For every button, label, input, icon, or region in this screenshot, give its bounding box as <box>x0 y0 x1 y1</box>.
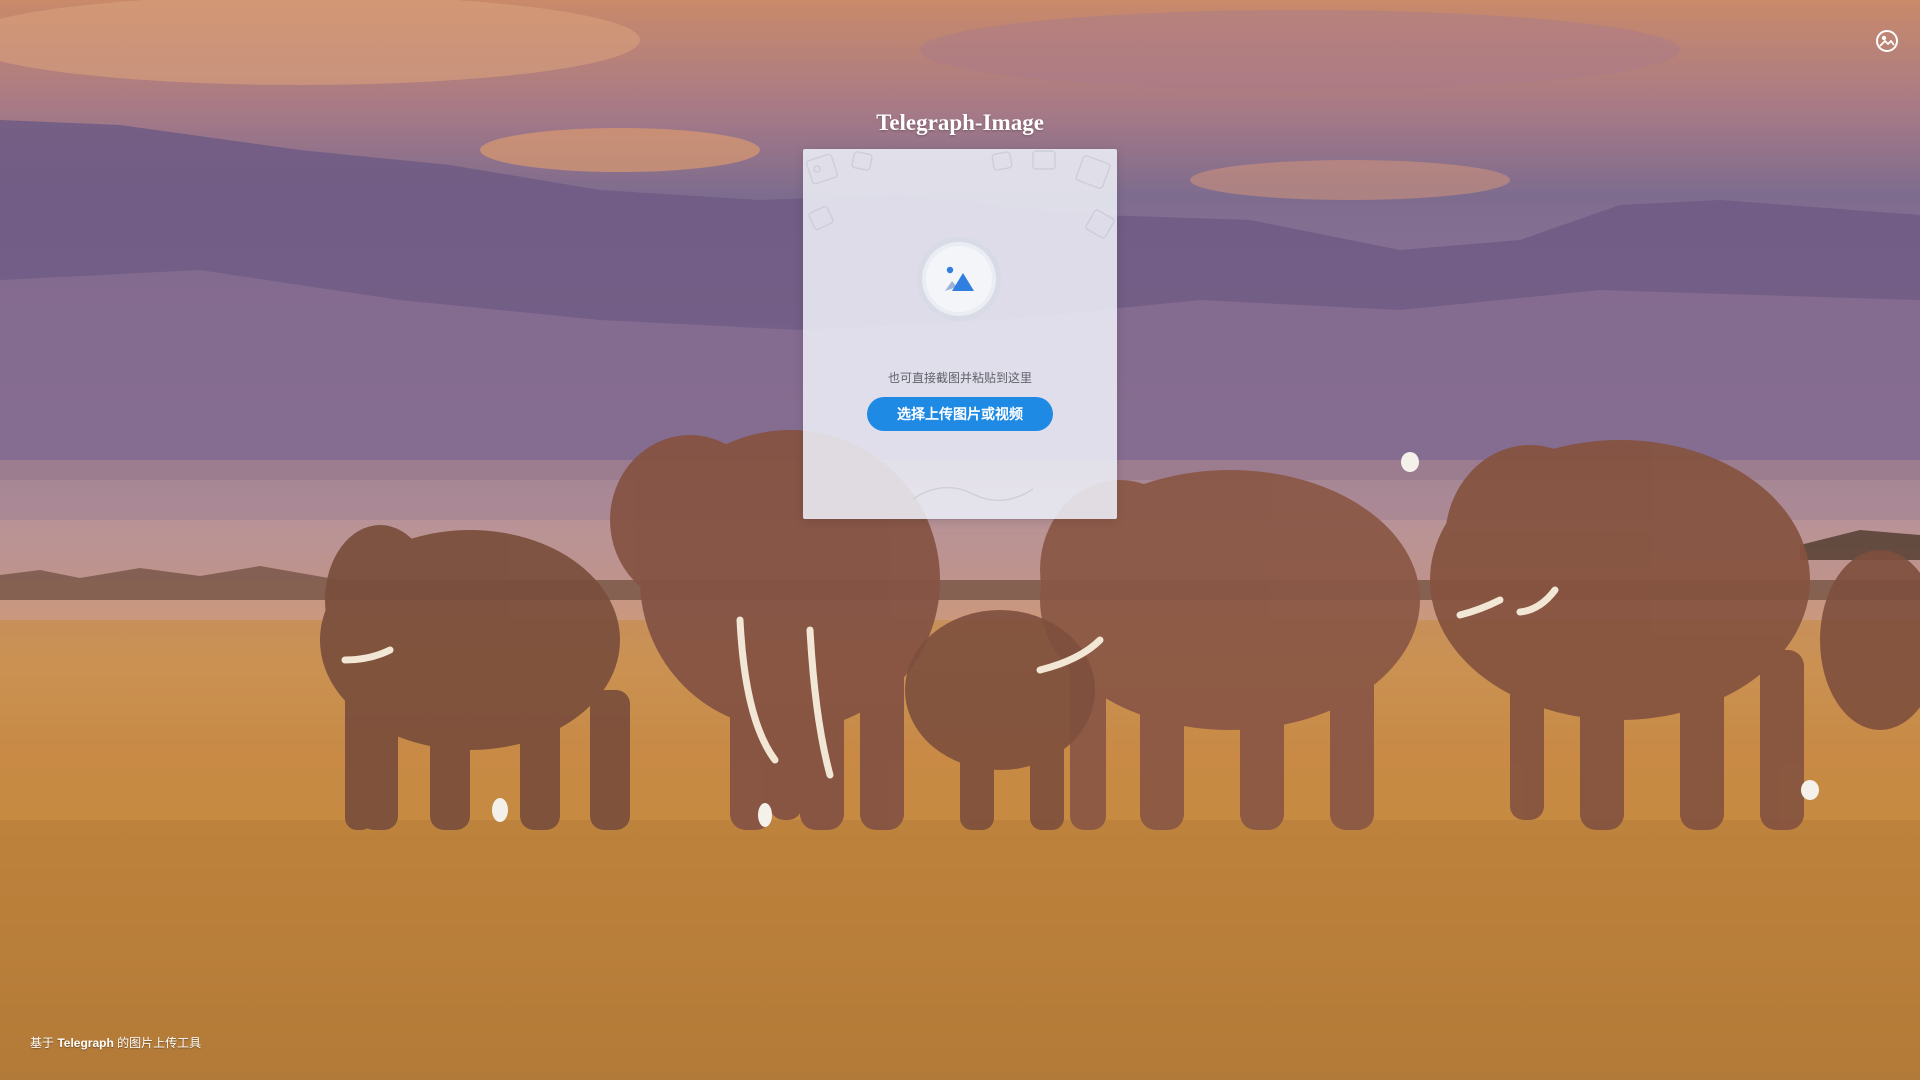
image-settings-icon <box>1876 30 1898 52</box>
image-upload-icon-graphic <box>917 237 1001 321</box>
footer-suffix: 的图片上传工具 <box>117 1036 202 1050</box>
footer-prefix: 基于 <box>30 1036 55 1050</box>
image-upload-icon[interactable] <box>916 236 1002 322</box>
footer-credit: 基于 Telegraph 的图片上传工具 <box>30 1034 201 1051</box>
background-pattern <box>806 150 1115 502</box>
app-title: Telegraph-Image <box>876 110 1044 135</box>
select-upload-button[interactable]: 选择上传图片或视频 <box>867 397 1053 431</box>
upload-dropzone[interactable]: 也可直接截图并粘贴到这里 选择上传图片或视频 <box>803 149 1117 519</box>
footer-brand-link[interactable]: Telegraph <box>57 1036 113 1050</box>
image-settings-button[interactable] <box>1874 28 1900 54</box>
paste-hint: 也可直接截图并粘贴到这里 <box>887 371 1032 385</box>
